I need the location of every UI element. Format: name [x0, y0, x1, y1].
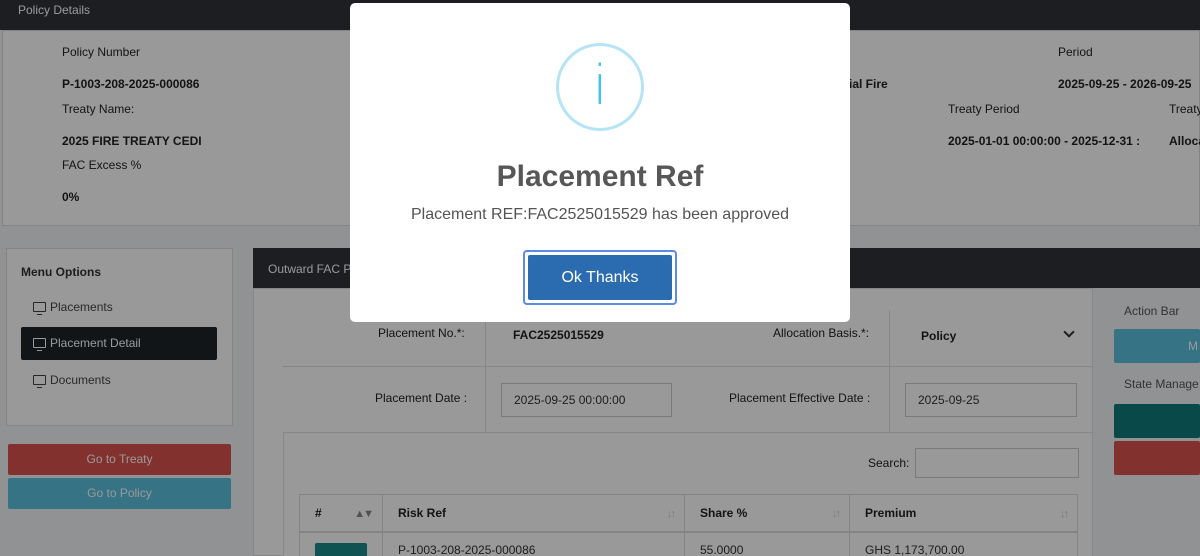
ok-thanks-button-label: Ok Thanks [528, 255, 672, 300]
placement-ref-dialog: i Placement Ref Placement REF:FAC2525015… [350, 3, 850, 322]
dialog-title: Placement Ref [496, 160, 704, 193]
dialog-message: Placement REF:FAC2525015529 has been app… [410, 206, 790, 223]
ok-thanks-button[interactable]: Ok Thanks [523, 250, 677, 305]
info-icon: i [556, 43, 644, 131]
